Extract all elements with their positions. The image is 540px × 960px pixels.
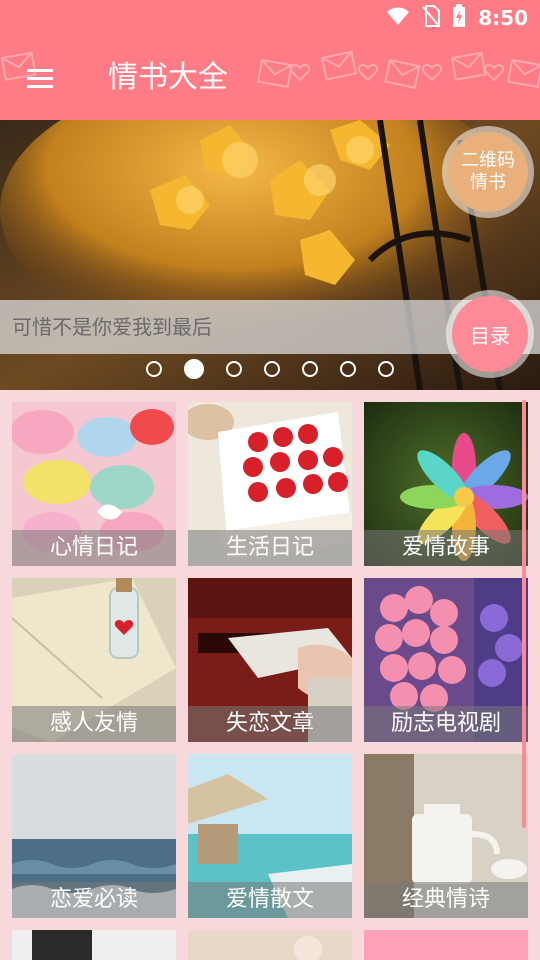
page-dot-7[interactable] (378, 361, 394, 377)
qr-love-letter-button[interactable]: 二维码 情书 (448, 132, 528, 212)
partial-image (364, 930, 528, 960)
page-dot-6[interactable] (340, 361, 356, 377)
scrollbar-thumb[interactable] (522, 400, 526, 828)
menu-button[interactable] (18, 56, 62, 100)
partial-image (12, 930, 176, 960)
page-dot-4[interactable] (264, 361, 280, 377)
category-label: 恋爱必读 (12, 882, 176, 918)
category-label: 心情日记 (12, 530, 176, 566)
category-label: 生活日记 (188, 530, 352, 566)
partial-image (188, 930, 352, 960)
category-tile-friendship[interactable]: 感人友情 (12, 578, 176, 742)
page-dot-1[interactable] (146, 361, 162, 377)
category-label: 感人友情 (12, 706, 176, 742)
category-tile-mood-diary[interactable]: 心情日记 (12, 402, 176, 566)
carousel-indicator (0, 356, 540, 384)
no-sim-icon (422, 5, 441, 31)
battery-charging-icon (452, 4, 466, 32)
category-tile-inspirational-tv[interactable]: 励志电视剧 (364, 578, 528, 742)
app-bar: 情书大全 (0, 36, 540, 120)
category-label: 经典情诗 (364, 882, 528, 918)
banner-carousel[interactable]: 可惜不是你爱我到最后 二维码 情书 目录 (0, 120, 540, 390)
category-tile-life-diary[interactable]: 生活日记 (188, 402, 352, 566)
category-tile-peek-3[interactable] (364, 930, 528, 960)
page-dot-5[interactable] (302, 361, 318, 377)
category-tile-love-story[interactable]: 爱情故事 (364, 402, 528, 566)
category-label: 励志电视剧 (364, 706, 528, 742)
wifi-icon (386, 6, 410, 30)
qr-button-line1: 二维码 (461, 150, 515, 171)
envelope-pattern (0, 50, 540, 89)
category-label: 爱情故事 (364, 530, 528, 566)
category-tile-peek-1[interactable] (12, 930, 176, 960)
banner-caption: 可惜不是你爱我到最后 (12, 315, 212, 339)
category-tile-heartbreak[interactable]: 失恋文章 (188, 578, 352, 742)
page-dot-2-active[interactable] (184, 359, 204, 379)
category-tile-love-prose[interactable]: 爱情散文 (188, 754, 352, 918)
status-time: 8:50 (478, 6, 528, 30)
menu-icon (27, 69, 53, 88)
status-bar: 8:50 (0, 0, 540, 36)
app-title: 情书大全 (108, 60, 228, 95)
status-icons: 8:50 (386, 0, 528, 36)
category-label: 爱情散文 (188, 882, 352, 918)
qr-button-line2: 情书 (470, 172, 506, 193)
page-dot-3[interactable] (226, 361, 242, 377)
category-tile-peek-2[interactable] (188, 930, 352, 960)
category-label: 失恋文章 (188, 706, 352, 742)
category-tile-classic-poems[interactable]: 经典情诗 (364, 754, 528, 918)
category-tile-love-must-read[interactable]: 恋爱必读 (12, 754, 176, 918)
